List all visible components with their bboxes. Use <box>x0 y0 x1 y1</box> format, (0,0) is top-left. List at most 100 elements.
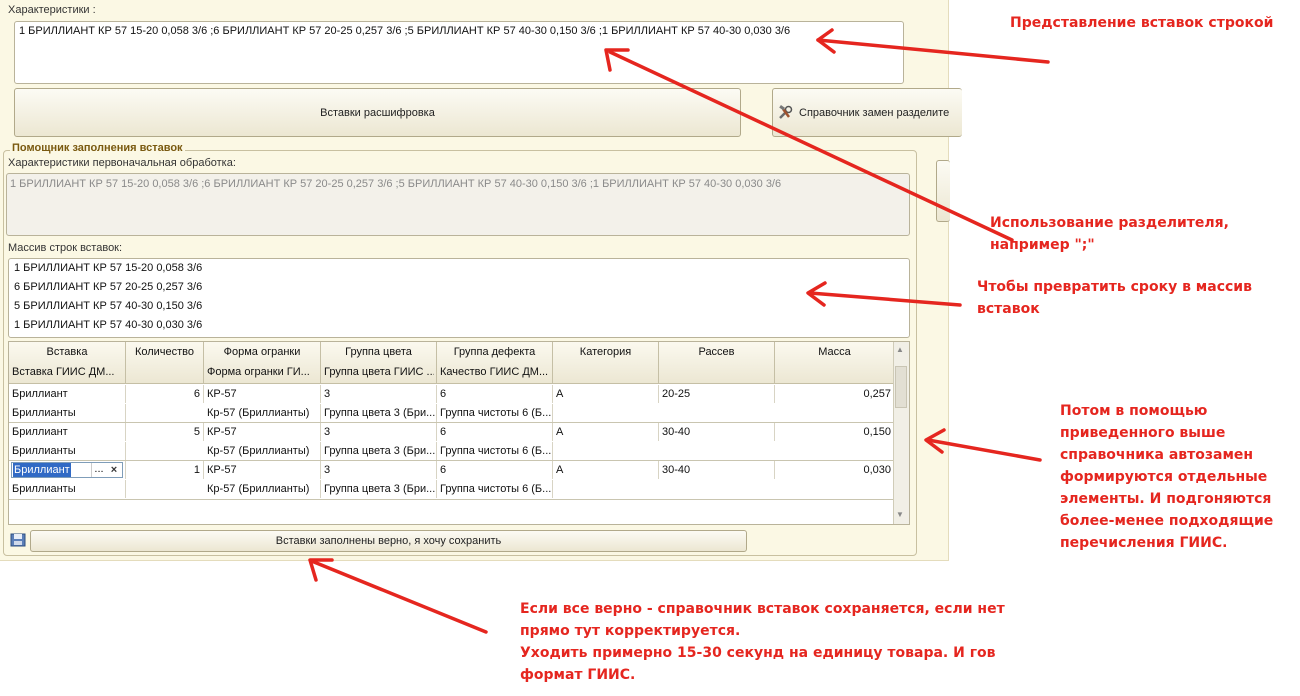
annotation-string-repr: Представление вставок строкой <box>1010 15 1274 31</box>
header-top: Рассев <box>698 346 735 358</box>
annotation-line: например ";" <box>990 237 1095 253</box>
array-line: 1 БРИЛЛИАНТ КР 57 15-20 0,058 3/6 <box>14 262 203 274</box>
header-top: Группа цвета <box>345 346 412 358</box>
quality-giis-cell[interactable]: Группа чистоты 6 (Б... <box>437 442 553 460</box>
column-header-insert[interactable]: Вставка Вставка ГИИС ДМ... <box>9 342 126 384</box>
color-giis-cell[interactable]: Группа цвета 3 (Бри... <box>321 404 437 422</box>
array-line: 1 БРИЛЛИАНТ КР 57 40-30 0,030 3/6 <box>14 319 203 331</box>
initial-processing-label: Характеристики первоначальная обработка: <box>8 157 236 169</box>
array-field[interactable]: 1 БРИЛЛИАНТ КР 57 15-20 0,058 3/6 6 БРИЛ… <box>8 258 910 338</box>
array-label: Массив строк вставок: <box>8 242 123 254</box>
cut-cell[interactable]: КР-57 <box>204 385 321 403</box>
quantity-cell[interactable]: 6 <box>126 385 204 403</box>
decode-inserts-button[interactable]: Вставки расшифровка <box>14 88 741 137</box>
column-header-defect[interactable]: Группа дефекта Качество ГИИС ДМ... <box>437 342 553 384</box>
insert-cell[interactable]: Бриллиант <box>9 385 126 403</box>
sieve-cell[interactable]: 30-40 <box>659 423 775 441</box>
annotation-line: формируются отдельные <box>1060 469 1268 485</box>
column-header-mass[interactable]: Масса <box>775 342 895 384</box>
insert-giis-cell[interactable]: Бриллианты <box>9 442 126 460</box>
annotation-line: Потом в помощью <box>1060 403 1208 419</box>
annotation-array: Чтобы превратить сроку в массив вставок <box>977 276 1252 320</box>
color-cell[interactable]: 3 <box>321 385 437 403</box>
category-cell[interactable]: А <box>553 423 659 441</box>
characteristics-field[interactable]: 1 БРИЛЛИАНТ КР 57 15-20 0,058 3/6 ;6 БРИ… <box>14 21 904 84</box>
replacements-directory-label: Справочник замен разделите <box>799 106 950 119</box>
annotation-line: приведенного выше <box>1060 425 1226 441</box>
header-top: Категория <box>579 346 632 358</box>
cut-giis-cell[interactable]: Кр-57 (Бриллианты) <box>204 404 321 422</box>
table-scrollbar[interactable]: ▲ ▼ <box>893 342 909 524</box>
tools-icon <box>779 104 793 119</box>
scroll-thumb[interactable] <box>895 366 907 408</box>
header-bottom: Вставка ГИИС ДМ... <box>12 366 115 378</box>
scroll-up-icon[interactable]: ▲ <box>896 345 904 354</box>
header-bottom: Форма огранки ГИ... <box>207 366 310 378</box>
choose-button[interactable]: ... <box>91 463 106 477</box>
quality-giis-cell[interactable]: Группа чистоты 6 (Б... <box>437 480 553 498</box>
annotation-line: Чтобы превратить сроку в массив <box>977 279 1252 295</box>
header-top: Группа дефекта <box>453 346 536 358</box>
insert-edit-text[interactable]: Бриллиант <box>13 463 71 477</box>
column-header-sieve[interactable]: Рассев <box>659 342 775 384</box>
row-separator <box>9 499 895 500</box>
quantity-cell[interactable]: 5 <box>126 423 204 441</box>
mass-cell[interactable]: 0,150 <box>775 423 895 441</box>
category-cell[interactable]: А <box>553 385 659 403</box>
color-giis-cell[interactable]: Группа цвета 3 (Бри... <box>321 442 437 460</box>
defect-cell[interactable]: 6 <box>437 385 553 403</box>
insert-giis-cell[interactable]: Бриллианты <box>9 404 126 422</box>
defect-cell[interactable]: 6 <box>437 423 553 441</box>
insert-cell[interactable]: Бриллиант <box>9 423 126 441</box>
annotation-line: прямо тут корректируется. <box>520 623 741 639</box>
scroll-down-icon[interactable]: ▼ <box>896 510 904 519</box>
insert-cell-editor[interactable]: Бриллиант ... × <box>9 461 126 479</box>
arrow-save <box>312 560 488 634</box>
sieve-cell[interactable]: 30-40 <box>659 461 775 479</box>
save-disk-icon <box>10 533 26 547</box>
annotation-replace: Потом в помощью приведенного выше справо… <box>1060 400 1273 554</box>
cut-giis-cell[interactable]: Кр-57 (Бриллианты) <box>204 480 321 498</box>
annotation-line: Использование разделителя, <box>990 215 1229 231</box>
annotation-line: перечисления ГИИС. <box>1060 535 1228 551</box>
column-header-color[interactable]: Группа цвета Группа цвета ГИИС ... <box>321 342 437 384</box>
color-cell[interactable]: 3 <box>321 423 437 441</box>
inserts-table[interactable]: Вставка Вставка ГИИС ДМ... Количество Фо… <box>8 341 910 525</box>
mass-cell[interactable]: 0,030 <box>775 461 895 479</box>
cut-cell[interactable]: КР-57 <box>204 423 321 441</box>
defect-cell[interactable]: 6 <box>437 461 553 479</box>
mass-cell[interactable]: 0,257 <box>775 385 895 403</box>
color-giis-cell[interactable]: Группа цвета 3 (Бри... <box>321 480 437 498</box>
color-cell[interactable]: 3 <box>321 461 437 479</box>
column-header-quantity[interactable]: Количество <box>126 342 204 384</box>
characteristics-label: Характеристики : <box>8 4 96 16</box>
quality-giis-cell[interactable]: Группа чистоты 6 (Б... <box>437 404 553 422</box>
annotation-line: формат ГИИС. <box>520 667 636 683</box>
initial-processing-field[interactable]: 1 БРИЛЛИАНТ КР 57 15-20 0,058 3/6 ;6 БРИ… <box>6 173 910 236</box>
annotation-line: вставок <box>977 301 1040 317</box>
insert-giis-cell[interactable]: Бриллианты <box>9 480 126 498</box>
column-header-cut[interactable]: Форма огранки Форма огранки ГИ... <box>204 342 321 384</box>
form-window: Характеристики : 1 БРИЛЛИАНТ КР 57 15-20… <box>0 0 962 561</box>
side-button[interactable] <box>936 160 950 222</box>
category-cell[interactable]: А <box>553 461 659 479</box>
cut-giis-cell[interactable]: Кр-57 (Бриллианты) <box>204 442 321 460</box>
characteristics-text: 1 БРИЛЛИАНТ КР 57 15-20 0,058 3/6 ;6 БРИ… <box>19 25 791 37</box>
array-line: 6 БРИЛЛИАНТ КР 57 20-25 0,257 3/6 <box>14 281 203 293</box>
insert-helper-title: Помощник заполнения вставок <box>10 142 185 154</box>
sieve-cell[interactable]: 20-25 <box>659 385 775 403</box>
annotation-line: справочника автозамен <box>1060 447 1254 463</box>
column-header-category[interactable]: Категория <box>553 342 659 384</box>
replacements-directory-button[interactable]: Справочник замен разделите <box>772 88 962 137</box>
save-inserts-button[interactable]: Вставки заполнены верно, я хочу сохранит… <box>30 530 747 552</box>
header-top: Форма огранки <box>223 346 301 358</box>
quantity-cell[interactable]: 1 <box>126 461 204 479</box>
header-top: Масса <box>818 346 851 358</box>
annotation-line: Уходить примерно 15-30 секунд на единицу… <box>520 645 996 661</box>
header-bottom: Качество ГИИС ДМ... <box>440 366 549 378</box>
clear-icon[interactable]: × <box>107 463 121 477</box>
cut-cell[interactable]: КР-57 <box>204 461 321 479</box>
annotation-line: более-менее подходящие <box>1060 513 1274 529</box>
array-line: 5 БРИЛЛИАНТ КР 57 40-30 0,150 3/6 <box>14 300 203 312</box>
header-top: Количество <box>134 346 195 358</box>
